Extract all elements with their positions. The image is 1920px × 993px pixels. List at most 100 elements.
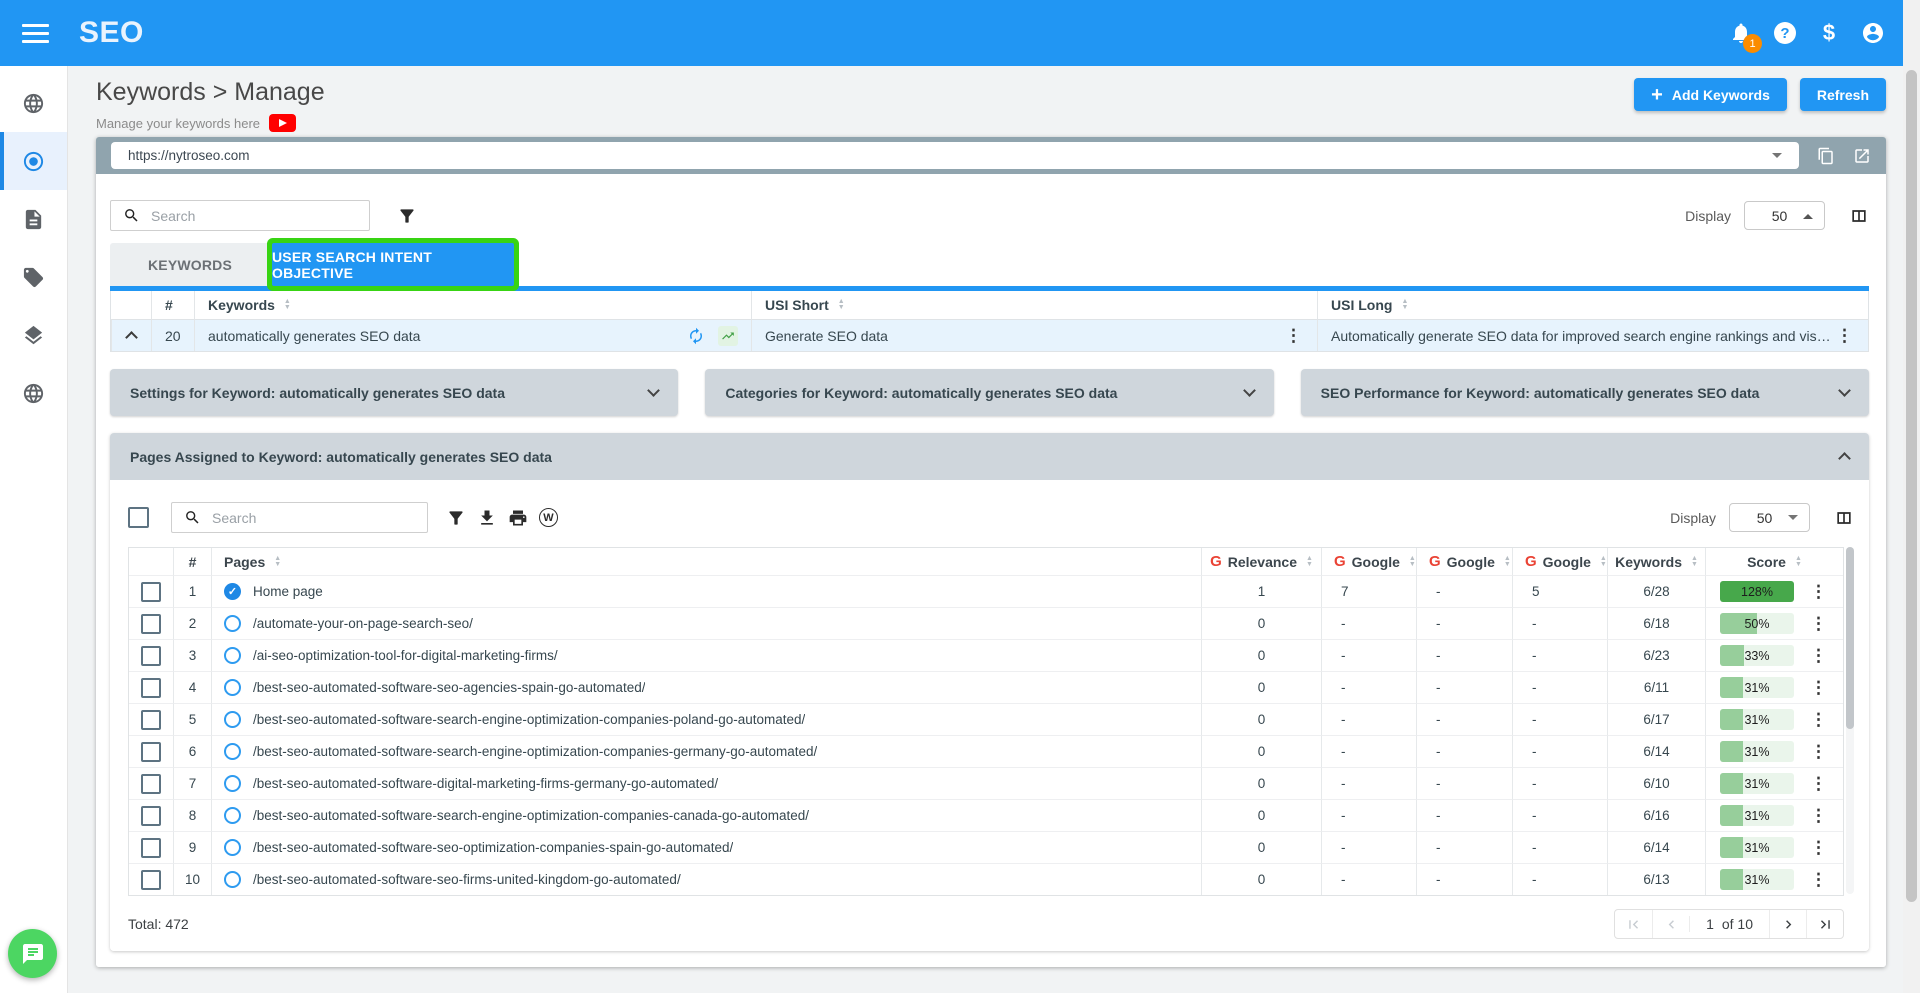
page-link[interactable]: /best-seo-automated-software-seo-optimiz… <box>253 840 733 855</box>
chat-widget-button[interactable] <box>8 929 57 978</box>
page-link[interactable]: /automate-your-on-page-search-seo/ <box>253 616 473 631</box>
print-icon[interactable] <box>507 507 528 528</box>
download-icon[interactable] <box>476 507 497 528</box>
page-link[interactable]: /best-seo-automated-software-digital-mar… <box>253 776 718 791</box>
next-page-button[interactable] <box>1769 910 1806 938</box>
page-link[interactable]: /best-seo-automated-software-search-engi… <box>253 808 809 823</box>
last-page-button[interactable] <box>1806 910 1843 938</box>
row-checkbox[interactable] <box>141 710 161 730</box>
row-menu-button[interactable] <box>1808 743 1829 760</box>
row-checkbox[interactable] <box>141 582 161 602</box>
row-menu-button[interactable] <box>1808 647 1829 664</box>
row-menu-button[interactable] <box>1808 775 1829 792</box>
sidebar-item-global[interactable] <box>0 364 67 422</box>
sidebar-item-learning[interactable] <box>0 306 67 364</box>
help-button[interactable]: ? <box>1772 20 1798 46</box>
page-select-radio[interactable] <box>224 775 241 792</box>
col-header-google-1[interactable]: GGoogle <box>1321 548 1416 575</box>
menu-icon[interactable] <box>22 19 49 48</box>
filter-icon[interactable] <box>445 507 466 528</box>
first-page-button[interactable] <box>1615 910 1652 938</box>
page-link[interactable]: /ai-seo-optimization-tool-for-digital-ma… <box>253 648 558 663</box>
display-count-select[interactable]: 50 <box>1744 201 1825 230</box>
page-select-radio[interactable] <box>224 679 241 696</box>
row-menu-button[interactable] <box>1808 871 1829 888</box>
filter-icon[interactable] <box>396 205 417 226</box>
page-scrollbar[interactable] <box>1903 0 1920 993</box>
sidebar-item-pages[interactable] <box>0 190 67 248</box>
col-header-google-2[interactable]: GGoogle <box>1416 548 1512 575</box>
page-link[interactable]: Home page <box>253 584 323 599</box>
sidebar-item-tags[interactable] <box>0 248 67 306</box>
notifications-button[interactable]: 1 <box>1728 20 1754 46</box>
col-header-usi-short[interactable]: USI Short <box>751 291 1317 319</box>
row-menu-button[interactable] <box>1808 807 1829 824</box>
account-button[interactable] <box>1860 20 1886 46</box>
page-link[interactable]: /best-seo-automated-software-seo-agencie… <box>253 680 645 695</box>
col-header-pages[interactable]: Pages <box>211 548 1201 575</box>
row-menu-button[interactable] <box>1808 711 1829 728</box>
row-menu-button[interactable] <box>1808 583 1829 600</box>
row-menu-button[interactable] <box>1808 679 1829 696</box>
search-input[interactable] <box>151 208 357 224</box>
select-all-checkbox[interactable] <box>128 507 149 528</box>
pages-display-count-select[interactable]: 50 <box>1729 503 1810 532</box>
row-menu-button[interactable] <box>1808 839 1829 856</box>
tab-user-search-intent-objective[interactable]: USER SEARCH INTENT OBJECTIVE <box>272 243 514 286</box>
col-header-keywords[interactable]: Keywords <box>194 291 751 319</box>
add-keywords-button[interactable]: Add Keywords <box>1634 78 1787 111</box>
table-scrollbar[interactable] <box>1846 547 1854 894</box>
page-select-radio[interactable] <box>224 839 241 856</box>
columns-icon[interactable] <box>1848 205 1869 226</box>
billing-button[interactable]: $ <box>1816 20 1842 46</box>
previous-page-button[interactable] <box>1652 910 1689 938</box>
site-url-value[interactable] <box>128 148 1772 163</box>
page-select-radio[interactable] <box>224 711 241 728</box>
sidebar-item-website[interactable] <box>0 74 67 132</box>
row-menu-button[interactable] <box>1808 615 1829 632</box>
col-header-relevance[interactable]: GRelevance <box>1201 548 1321 575</box>
tab-keywords[interactable]: KEYWORDS <box>110 243 270 286</box>
row-checkbox[interactable] <box>141 646 161 666</box>
copy-icon[interactable] <box>1817 147 1835 165</box>
site-url-select[interactable] <box>111 142 1799 169</box>
settings-panel-header[interactable]: Settings for Keyword: automatically gene… <box>110 369 678 416</box>
page-select-radio[interactable] <box>224 871 241 888</box>
row-checkbox[interactable] <box>141 614 161 634</box>
row-checkbox[interactable] <box>141 838 161 858</box>
page-select-radio[interactable] <box>224 743 241 760</box>
row-menu-button[interactable] <box>1283 327 1304 344</box>
col-header-keywords[interactable]: Keywords <box>1607 548 1705 575</box>
col-header-score[interactable]: Score <box>1705 548 1843 575</box>
youtube-icon[interactable] <box>269 114 296 132</box>
col-header-usi-long[interactable]: USI Long <box>1317 291 1868 319</box>
seo-performance-panel-header[interactable]: SEO Performance for Keyword: automatical… <box>1301 369 1869 416</box>
external-link-icon[interactable] <box>1853 147 1871 165</box>
page-link[interactable]: /best-seo-automated-software-search-engi… <box>253 744 817 759</box>
wordpress-icon[interactable]: W <box>538 507 559 528</box>
col-header-num[interactable]: # <box>173 548 211 575</box>
sync-icon[interactable] <box>687 327 705 345</box>
categories-panel-header[interactable]: Categories for Keyword: automatically ge… <box>705 369 1273 416</box>
page-select-radio[interactable] <box>224 647 241 664</box>
refresh-button[interactable]: Refresh <box>1800 78 1886 111</box>
page-select-radio[interactable] <box>224 807 241 824</box>
row-checkbox[interactable] <box>141 678 161 698</box>
row-menu-button[interactable] <box>1834 327 1855 344</box>
row-checkbox[interactable] <box>141 742 161 762</box>
page-select-radio[interactable] <box>224 615 241 632</box>
row-checkbox[interactable] <box>141 774 161 794</box>
pages-search-input[interactable] <box>212 510 415 526</box>
row-checkbox[interactable] <box>141 806 161 826</box>
collapse-row-button[interactable] <box>111 319 151 351</box>
pages-panel-header[interactable]: Pages Assigned to Keyword: automatically… <box>110 433 1869 480</box>
page-select-radio[interactable] <box>224 583 241 600</box>
page-link[interactable]: /best-seo-automated-software-search-engi… <box>253 712 805 727</box>
page-link[interactable]: /best-seo-automated-software-seo-firms-u… <box>253 872 681 887</box>
col-header-num[interactable]: # <box>151 291 194 319</box>
chart-icon[interactable] <box>718 326 738 346</box>
row-checkbox[interactable] <box>141 870 161 890</box>
scrollbar-thumb[interactable] <box>1906 70 1917 902</box>
col-header-google-3[interactable]: GGoogle <box>1512 548 1607 575</box>
sidebar-item-keywords[interactable] <box>0 132 67 190</box>
